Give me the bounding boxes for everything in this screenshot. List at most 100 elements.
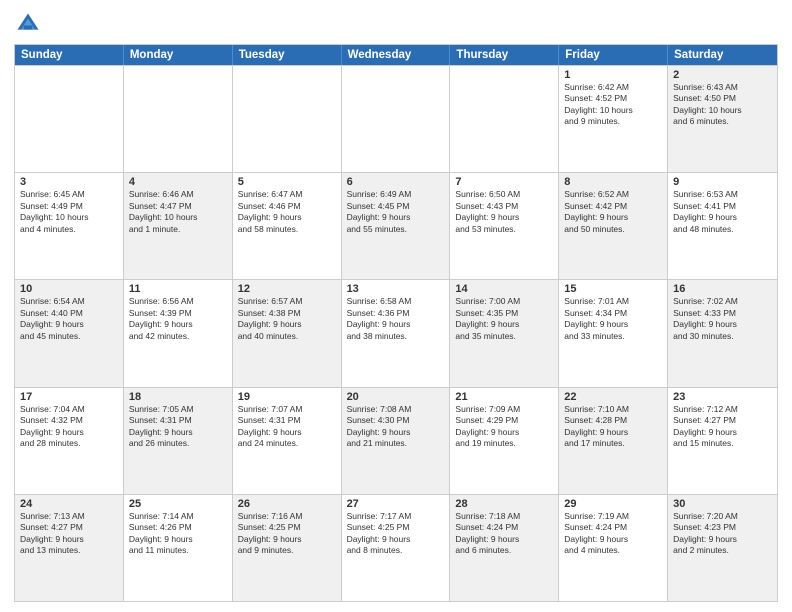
cal-cell-r0-c5: 1Sunrise: 6:42 AM Sunset: 4:52 PM Daylig…	[559, 66, 668, 172]
cell-info-text: Sunrise: 7:04 AM Sunset: 4:32 PM Dayligh…	[20, 404, 118, 450]
cell-info-text: Sunrise: 7:09 AM Sunset: 4:29 PM Dayligh…	[455, 404, 553, 450]
cal-cell-r2-c5: 15Sunrise: 7:01 AM Sunset: 4:34 PM Dayli…	[559, 280, 668, 386]
cal-cell-r3-c6: 23Sunrise: 7:12 AM Sunset: 4:27 PM Dayli…	[668, 388, 777, 494]
cal-cell-r1-c4: 7Sunrise: 6:50 AM Sunset: 4:43 PM Daylig…	[450, 173, 559, 279]
cell-day-number: 15	[564, 283, 662, 295]
cal-cell-r1-c6: 9Sunrise: 6:53 AM Sunset: 4:41 PM Daylig…	[668, 173, 777, 279]
cal-cell-r4-c1: 25Sunrise: 7:14 AM Sunset: 4:26 PM Dayli…	[124, 495, 233, 601]
cell-day-number: 17	[20, 391, 118, 403]
cal-cell-r0-c4	[450, 66, 559, 172]
cal-header-thursday: Thursday	[450, 45, 559, 65]
cal-cell-r2-c2: 12Sunrise: 6:57 AM Sunset: 4:38 PM Dayli…	[233, 280, 342, 386]
cell-info-text: Sunrise: 6:58 AM Sunset: 4:36 PM Dayligh…	[347, 296, 445, 342]
cell-info-text: Sunrise: 7:13 AM Sunset: 4:27 PM Dayligh…	[20, 511, 118, 557]
cal-header-saturday: Saturday	[668, 45, 777, 65]
logo-icon	[14, 10, 42, 38]
cal-cell-r0-c6: 2Sunrise: 6:43 AM Sunset: 4:50 PM Daylig…	[668, 66, 777, 172]
cell-info-text: Sunrise: 6:47 AM Sunset: 4:46 PM Dayligh…	[238, 189, 336, 235]
cell-day-number: 19	[238, 391, 336, 403]
cell-day-number: 1	[564, 69, 662, 81]
cell-info-text: Sunrise: 7:16 AM Sunset: 4:25 PM Dayligh…	[238, 511, 336, 557]
cal-header-wednesday: Wednesday	[342, 45, 451, 65]
cal-cell-r0-c2	[233, 66, 342, 172]
cal-row-1: 3Sunrise: 6:45 AM Sunset: 4:49 PM Daylig…	[15, 172, 777, 279]
cal-cell-r4-c4: 28Sunrise: 7:18 AM Sunset: 4:24 PM Dayli…	[450, 495, 559, 601]
cal-cell-r0-c3	[342, 66, 451, 172]
cell-day-number: 8	[564, 176, 662, 188]
cal-row-3: 17Sunrise: 7:04 AM Sunset: 4:32 PM Dayli…	[15, 387, 777, 494]
cell-info-text: Sunrise: 7:02 AM Sunset: 4:33 PM Dayligh…	[673, 296, 772, 342]
calendar-header-row: SundayMondayTuesdayWednesdayThursdayFrid…	[15, 45, 777, 65]
cal-row-4: 24Sunrise: 7:13 AM Sunset: 4:27 PM Dayli…	[15, 494, 777, 601]
cell-day-number: 9	[673, 176, 772, 188]
cal-cell-r3-c4: 21Sunrise: 7:09 AM Sunset: 4:29 PM Dayli…	[450, 388, 559, 494]
cell-info-text: Sunrise: 7:01 AM Sunset: 4:34 PM Dayligh…	[564, 296, 662, 342]
cell-day-number: 24	[20, 498, 118, 510]
cell-day-number: 4	[129, 176, 227, 188]
cell-info-text: Sunrise: 6:53 AM Sunset: 4:41 PM Dayligh…	[673, 189, 772, 235]
cell-day-number: 26	[238, 498, 336, 510]
cell-info-text: Sunrise: 6:42 AM Sunset: 4:52 PM Dayligh…	[564, 82, 662, 128]
cal-cell-r3-c3: 20Sunrise: 7:08 AM Sunset: 4:30 PM Dayli…	[342, 388, 451, 494]
cell-info-text: Sunrise: 7:17 AM Sunset: 4:25 PM Dayligh…	[347, 511, 445, 557]
cell-info-text: Sunrise: 7:08 AM Sunset: 4:30 PM Dayligh…	[347, 404, 445, 450]
cal-cell-r3-c1: 18Sunrise: 7:05 AM Sunset: 4:31 PM Dayli…	[124, 388, 233, 494]
cal-cell-r4-c0: 24Sunrise: 7:13 AM Sunset: 4:27 PM Dayli…	[15, 495, 124, 601]
calendar: SundayMondayTuesdayWednesdayThursdayFrid…	[14, 44, 778, 602]
cell-day-number: 13	[347, 283, 445, 295]
cell-info-text: Sunrise: 6:50 AM Sunset: 4:43 PM Dayligh…	[455, 189, 553, 235]
cal-cell-r1-c5: 8Sunrise: 6:52 AM Sunset: 4:42 PM Daylig…	[559, 173, 668, 279]
cal-cell-r1-c2: 5Sunrise: 6:47 AM Sunset: 4:46 PM Daylig…	[233, 173, 342, 279]
cal-cell-r4-c6: 30Sunrise: 7:20 AM Sunset: 4:23 PM Dayli…	[668, 495, 777, 601]
cell-day-number: 10	[20, 283, 118, 295]
cell-info-text: Sunrise: 7:07 AM Sunset: 4:31 PM Dayligh…	[238, 404, 336, 450]
cell-day-number: 25	[129, 498, 227, 510]
cell-info-text: Sunrise: 7:20 AM Sunset: 4:23 PM Dayligh…	[673, 511, 772, 557]
cell-info-text: Sunrise: 6:54 AM Sunset: 4:40 PM Dayligh…	[20, 296, 118, 342]
cell-info-text: Sunrise: 7:12 AM Sunset: 4:27 PM Dayligh…	[673, 404, 772, 450]
cell-day-number: 23	[673, 391, 772, 403]
cal-cell-r0-c1	[124, 66, 233, 172]
cal-cell-r4-c5: 29Sunrise: 7:19 AM Sunset: 4:24 PM Dayli…	[559, 495, 668, 601]
cell-day-number: 22	[564, 391, 662, 403]
cell-info-text: Sunrise: 6:56 AM Sunset: 4:39 PM Dayligh…	[129, 296, 227, 342]
page: SundayMondayTuesdayWednesdayThursdayFrid…	[0, 0, 792, 612]
cell-info-text: Sunrise: 6:43 AM Sunset: 4:50 PM Dayligh…	[673, 82, 772, 128]
cell-day-number: 21	[455, 391, 553, 403]
cell-info-text: Sunrise: 7:00 AM Sunset: 4:35 PM Dayligh…	[455, 296, 553, 342]
header	[14, 10, 778, 38]
cell-day-number: 6	[347, 176, 445, 188]
cal-cell-r3-c0: 17Sunrise: 7:04 AM Sunset: 4:32 PM Dayli…	[15, 388, 124, 494]
cal-cell-r1-c0: 3Sunrise: 6:45 AM Sunset: 4:49 PM Daylig…	[15, 173, 124, 279]
cell-info-text: Sunrise: 7:05 AM Sunset: 4:31 PM Dayligh…	[129, 404, 227, 450]
cell-day-number: 12	[238, 283, 336, 295]
cal-header-friday: Friday	[559, 45, 668, 65]
cal-cell-r2-c4: 14Sunrise: 7:00 AM Sunset: 4:35 PM Dayli…	[450, 280, 559, 386]
cell-day-number: 16	[673, 283, 772, 295]
cell-info-text: Sunrise: 6:57 AM Sunset: 4:38 PM Dayligh…	[238, 296, 336, 342]
cell-day-number: 18	[129, 391, 227, 403]
cell-info-text: Sunrise: 7:10 AM Sunset: 4:28 PM Dayligh…	[564, 404, 662, 450]
cell-info-text: Sunrise: 6:46 AM Sunset: 4:47 PM Dayligh…	[129, 189, 227, 235]
cell-day-number: 14	[455, 283, 553, 295]
cal-cell-r4-c3: 27Sunrise: 7:17 AM Sunset: 4:25 PM Dayli…	[342, 495, 451, 601]
cell-info-text: Sunrise: 7:18 AM Sunset: 4:24 PM Dayligh…	[455, 511, 553, 557]
cal-cell-r4-c2: 26Sunrise: 7:16 AM Sunset: 4:25 PM Dayli…	[233, 495, 342, 601]
cell-day-number: 7	[455, 176, 553, 188]
calendar-body: 1Sunrise: 6:42 AM Sunset: 4:52 PM Daylig…	[15, 65, 777, 601]
cell-info-text: Sunrise: 6:45 AM Sunset: 4:49 PM Dayligh…	[20, 189, 118, 235]
cell-info-text: Sunrise: 7:19 AM Sunset: 4:24 PM Dayligh…	[564, 511, 662, 557]
cell-day-number: 2	[673, 69, 772, 81]
cal-cell-r0-c0	[15, 66, 124, 172]
cell-day-number: 28	[455, 498, 553, 510]
cal-cell-r2-c3: 13Sunrise: 6:58 AM Sunset: 4:36 PM Dayli…	[342, 280, 451, 386]
cell-day-number: 27	[347, 498, 445, 510]
cal-cell-r1-c3: 6Sunrise: 6:49 AM Sunset: 4:45 PM Daylig…	[342, 173, 451, 279]
cal-cell-r1-c1: 4Sunrise: 6:46 AM Sunset: 4:47 PM Daylig…	[124, 173, 233, 279]
cell-day-number: 3	[20, 176, 118, 188]
cell-day-number: 11	[129, 283, 227, 295]
cal-cell-r3-c2: 19Sunrise: 7:07 AM Sunset: 4:31 PM Dayli…	[233, 388, 342, 494]
cell-day-number: 20	[347, 391, 445, 403]
cell-day-number: 30	[673, 498, 772, 510]
cell-info-text: Sunrise: 6:49 AM Sunset: 4:45 PM Dayligh…	[347, 189, 445, 235]
